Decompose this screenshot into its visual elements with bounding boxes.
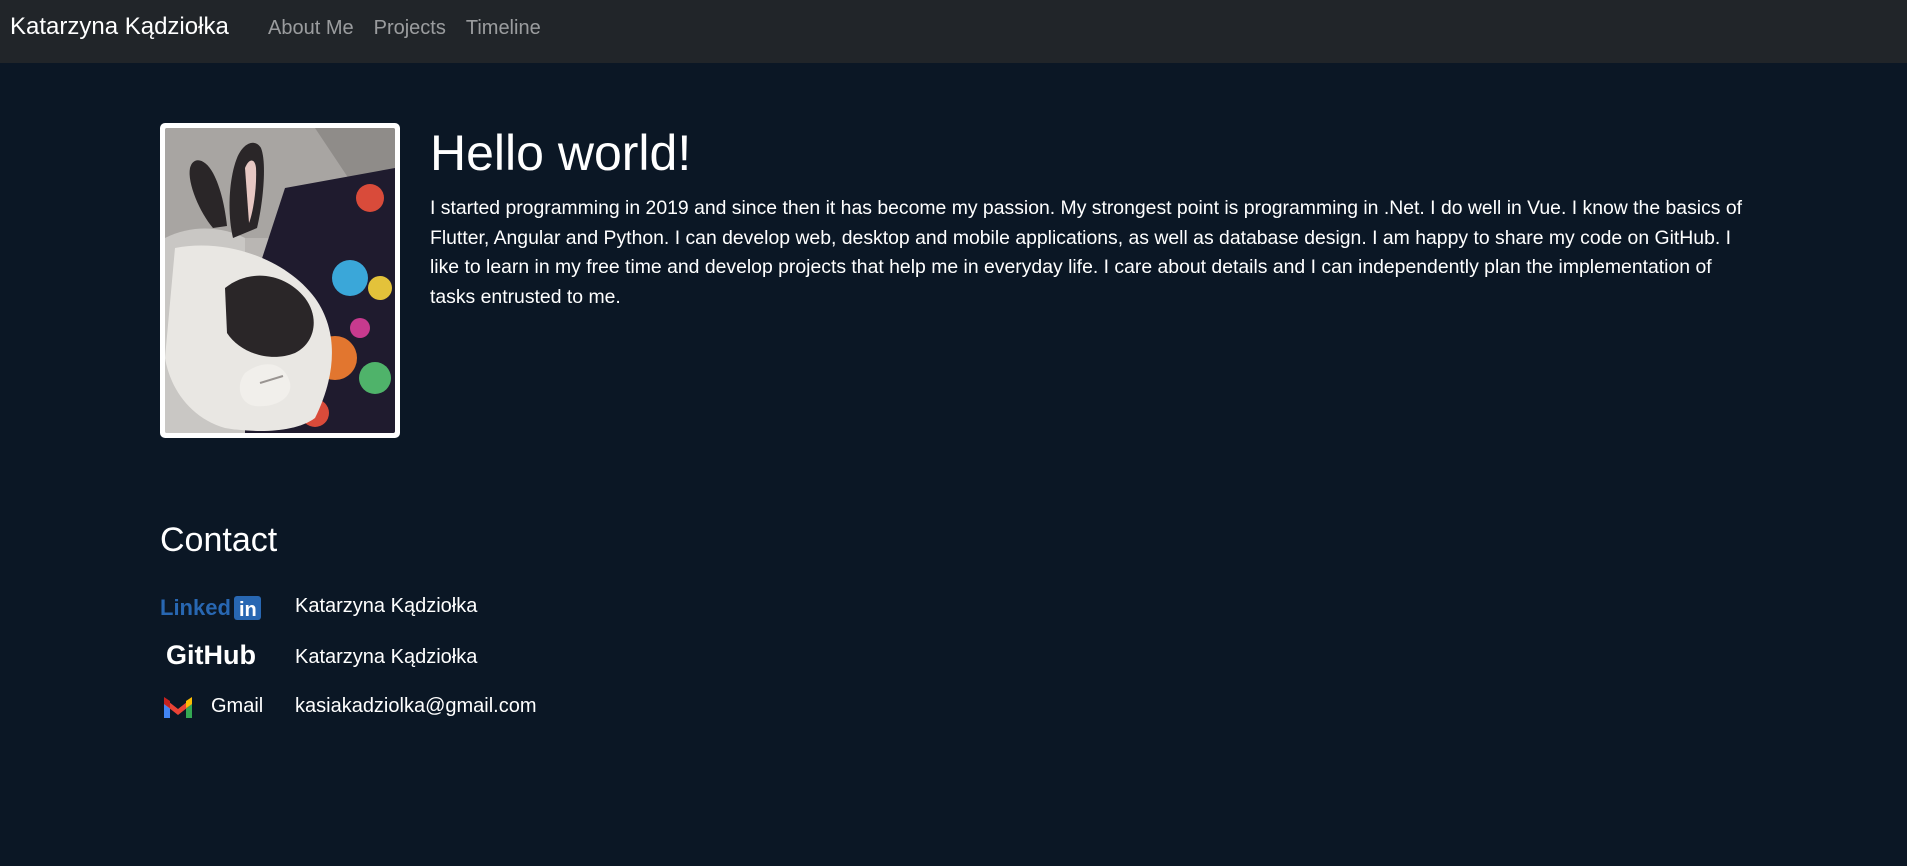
nav-link-timeline[interactable]: Timeline <box>466 17 541 40</box>
gmail-link[interactable]: kasiakadziolka@gmail.com <box>295 695 537 718</box>
top-navbar: Katarzyna Kądziołka About Me Projects Ti… <box>0 0 1907 63</box>
svg-text:GitHub: GitHub <box>166 640 256 670</box>
svg-text:in: in <box>239 599 257 621</box>
linkedin-logo-icon: Linked in <box>160 588 295 624</box>
svg-text:Linked: Linked <box>160 595 231 620</box>
linkedin-link[interactable]: Katarzyna Kądziołka <box>295 595 477 618</box>
github-link[interactable]: Katarzyna Kądziołka <box>295 646 477 669</box>
nav-links: About Me Projects Timeline <box>268 17 541 40</box>
github-logo-icon: GitHub <box>160 639 295 675</box>
brand-link[interactable]: Katarzyna Kądziołka <box>10 13 229 41</box>
svg-text:Gmail: Gmail <box>211 695 263 717</box>
nav-link-about-me[interactable]: About Me <box>268 17 354 40</box>
profile-photo <box>165 128 395 433</box>
nav-link-projects[interactable]: Projects <box>374 17 446 40</box>
contact-row-linkedin: Linked in Katarzyna Kądziołka <box>160 588 477 624</box>
page-title: Hello world! <box>430 125 692 181</box>
contact-row-gmail: Gmail kasiakadziolka@gmail.com <box>160 688 537 724</box>
bio-paragraph: I started programming in 2019 and since … <box>430 197 1743 309</box>
contact-heading: Contact <box>160 521 278 559</box>
contact-row-github: GitHub Katarzyna Kądziołka <box>160 639 477 675</box>
gmail-logo-icon: Gmail <box>160 688 295 724</box>
profile-photo-frame <box>160 123 400 438</box>
